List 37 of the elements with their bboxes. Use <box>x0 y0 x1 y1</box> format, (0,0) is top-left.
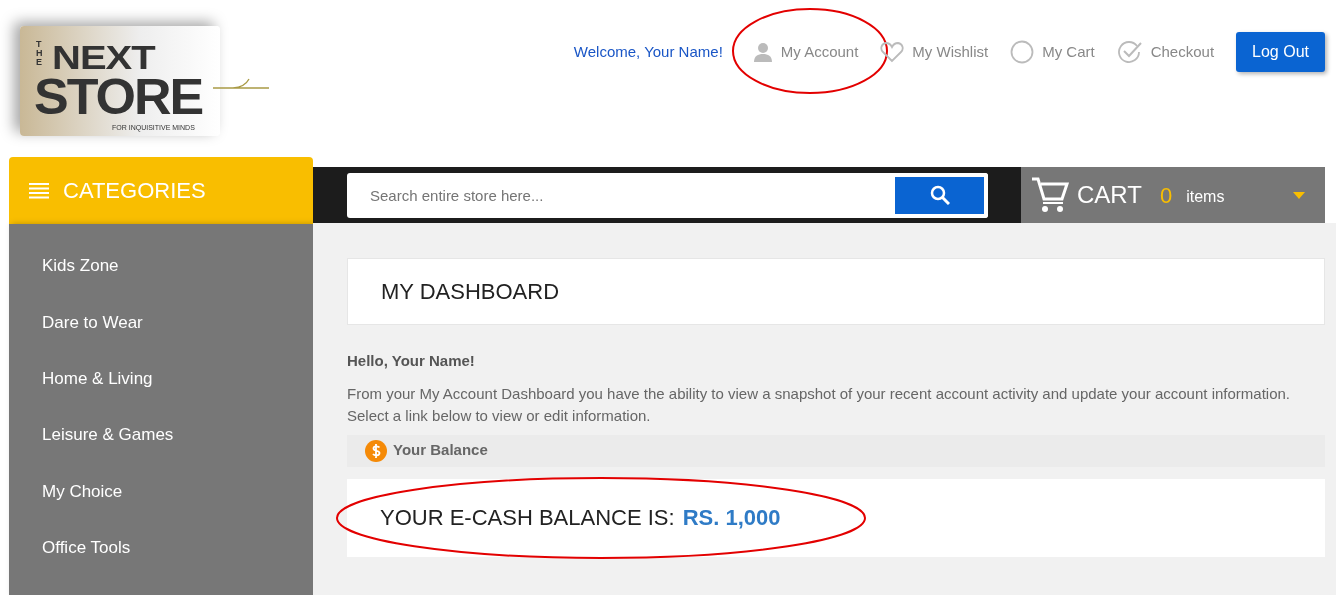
nav-link[interactable]: Checkout <box>1116 40 1215 64</box>
logo-text: NEXT <box>52 40 155 74</box>
search-button[interactable] <box>895 172 988 218</box>
heart-icon <box>880 41 905 63</box>
category-link[interactable]: My Choice <box>9 463 313 520</box>
balance-value: RS. 1,000 <box>682 504 781 532</box>
balance-label: YOUR E-CASH BALANCE IS: <box>380 504 675 532</box>
cart-icon <box>1031 176 1069 214</box>
categories-title: CATEGORIES <box>63 177 206 205</box>
category-link[interactable]: Leisure & Games <box>9 406 313 464</box>
cart-label: CART <box>1077 180 1142 210</box>
swoosh-line-icon <box>213 78 269 90</box>
dollar-coin-icon <box>365 439 387 462</box>
cart-panel[interactable]: CART 0 items <box>1021 167 1325 223</box>
logo-text: STORE <box>34 72 203 122</box>
greeting-text: Hello, Your Name! <box>347 351 476 371</box>
search-icon <box>929 185 950 205</box>
cart-unit-label: items <box>1186 187 1225 207</box>
category-link[interactable]: Home & Living <box>9 350 313 407</box>
dashboard-title: MY DASHBOARD <box>347 258 1325 325</box>
nav-link[interactable]: My Wishlist <box>880 40 989 64</box>
logo-text: THE <box>36 40 44 67</box>
check-circle-icon <box>1116 40 1143 64</box>
balance-heading: Your Balance <box>393 440 488 461</box>
menu-icon <box>29 182 49 199</box>
intro-text: From your My Account Dashboard you have the ability to view a snapshot of your recent account activity and update your account information. Select a link below to view or edit information. <box>347 383 1291 426</box>
nav-link[interactable]: My Account <box>752 40 859 64</box>
logout-button[interactable]: Log Out <box>1236 32 1325 72</box>
nav-link[interactable]: My Cart <box>1010 40 1095 64</box>
category-link[interactable]: Office Tools <box>9 519 313 576</box>
category-link[interactable]: Kids Zone <box>9 238 313 295</box>
caret-icon <box>1293 191 1305 199</box>
welcome-text: Welcome, Your Name! <box>573 41 723 62</box>
person-icon <box>752 42 773 62</box>
search-field[interactable]: Search entire store here... <box>347 172 895 218</box>
category-link[interactable]: Dare to Wear <box>9 294 313 351</box>
cart-count: 0 <box>1159 181 1173 210</box>
